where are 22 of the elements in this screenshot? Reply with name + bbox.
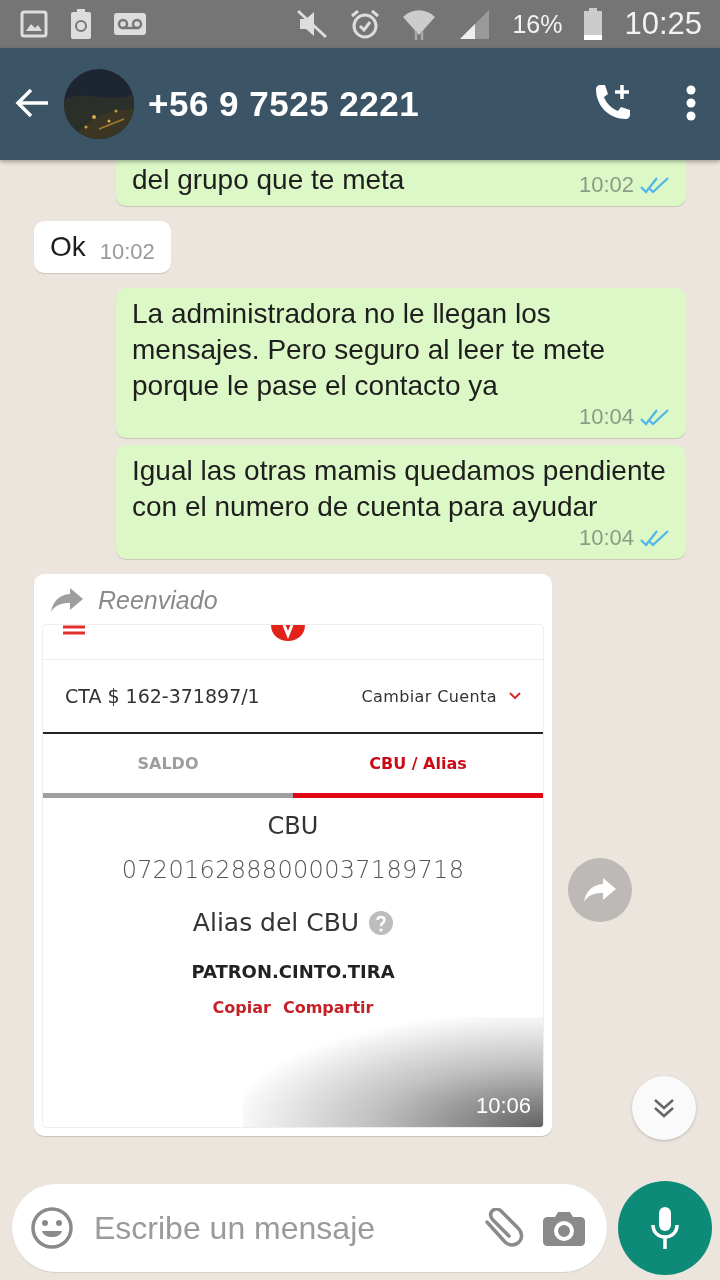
message-field[interactable]: Escribe un mensaje (12, 1184, 607, 1272)
clock: 10:25 (624, 6, 702, 42)
message-time: 10:06 (475, 1093, 531, 1119)
message-text: La administradora no le llegan los mensajes. Pero seguro al leer te mete porque le pase el contacto ya (132, 297, 607, 403)
alias-value: PATRON.CINTO.TIRA (191, 961, 395, 982)
forwarded-label: Reenviado (98, 585, 218, 615)
cbu-number: 0720162888000037189718 (121, 855, 465, 886)
message-time: 10:02 (99, 239, 155, 265)
change-account-dropdown[interactable]: Cambiar Cuenta (361, 686, 521, 706)
message-time: 10:02 (578, 172, 634, 198)
message-input[interactable]: Escribe un mensaje (92, 1208, 463, 1248)
cbu-label: CBU (267, 811, 319, 842)
account-number: CTA $ 162-371897/1 (65, 685, 261, 707)
message-time: 10:04 (578, 404, 634, 430)
message-text: Ok (50, 230, 86, 264)
message-text: del grupo que te meta (132, 163, 405, 197)
action-link[interactable]: Copiar (212, 998, 271, 1017)
battery-percentage: 16% (512, 9, 563, 39)
action-link[interactable]: Compartir (282, 998, 374, 1017)
message-text: Igual las otras mamis quedamos pendiente con el numero de cuenta para ayudar (132, 454, 667, 524)
alias-label: Alias del CBU (192, 908, 360, 937)
message-time: 10:04 (578, 525, 634, 551)
